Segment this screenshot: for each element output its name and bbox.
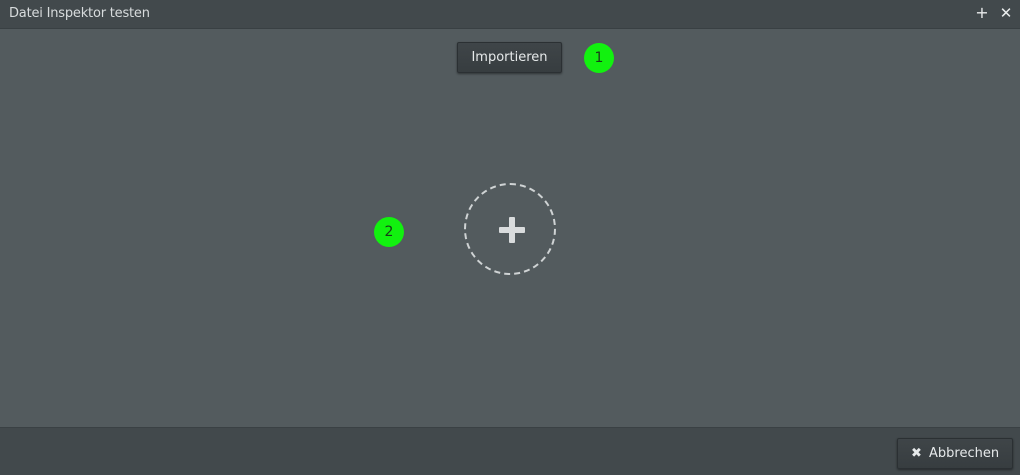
annotation-marker-1: 1 xyxy=(584,43,614,73)
close-icon[interactable]: ✕ xyxy=(997,3,1015,23)
title-bar: Datei Inspektor testen + ✕ xyxy=(0,0,1020,29)
window-title: Datei Inspektor testen xyxy=(9,6,150,21)
cancel-button-label: Abbrechen xyxy=(929,446,1000,461)
cancel-x-icon: ✖ xyxy=(911,446,922,461)
add-icon[interactable]: + xyxy=(973,3,991,23)
import-button[interactable]: Importieren xyxy=(457,42,562,73)
file-drop-zone[interactable] xyxy=(464,183,556,275)
dialog-window: Datei Inspektor testen + ✕ Importieren 1… xyxy=(0,0,1020,475)
dialog-footer: ✖ Abbrechen xyxy=(0,427,1020,475)
annotation-marker-2: 2 xyxy=(374,217,404,247)
cancel-button[interactable]: ✖ Abbrechen xyxy=(897,438,1013,469)
